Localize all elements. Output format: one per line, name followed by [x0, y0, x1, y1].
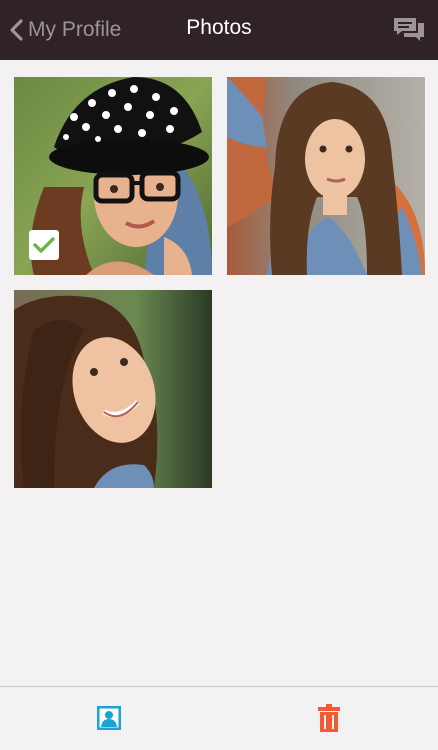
back-button[interactable]: My Profile [8, 14, 121, 46]
photo-thumbnail[interactable] [14, 290, 212, 488]
profile-photo-icon [97, 706, 121, 730]
nav-bar: My Profile Photos [0, 0, 438, 60]
bottom-toolbar [0, 686, 438, 750]
photo-thumbnail[interactable] [227, 77, 425, 275]
chevron-left-icon [10, 19, 23, 41]
photo-thumbnail[interactable] [14, 77, 212, 275]
trash-icon [318, 704, 340, 732]
chat-bubbles-icon [394, 18, 424, 41]
back-label: My Profile [28, 18, 122, 41]
selected-badge [29, 230, 59, 260]
delete-photo-button[interactable] [318, 704, 340, 732]
portrait-photo [227, 77, 425, 275]
chat-button[interactable] [392, 16, 426, 44]
checkmark-icon [33, 237, 55, 253]
portrait-photo [14, 290, 212, 488]
set-profile-photo-button[interactable] [96, 705, 122, 731]
